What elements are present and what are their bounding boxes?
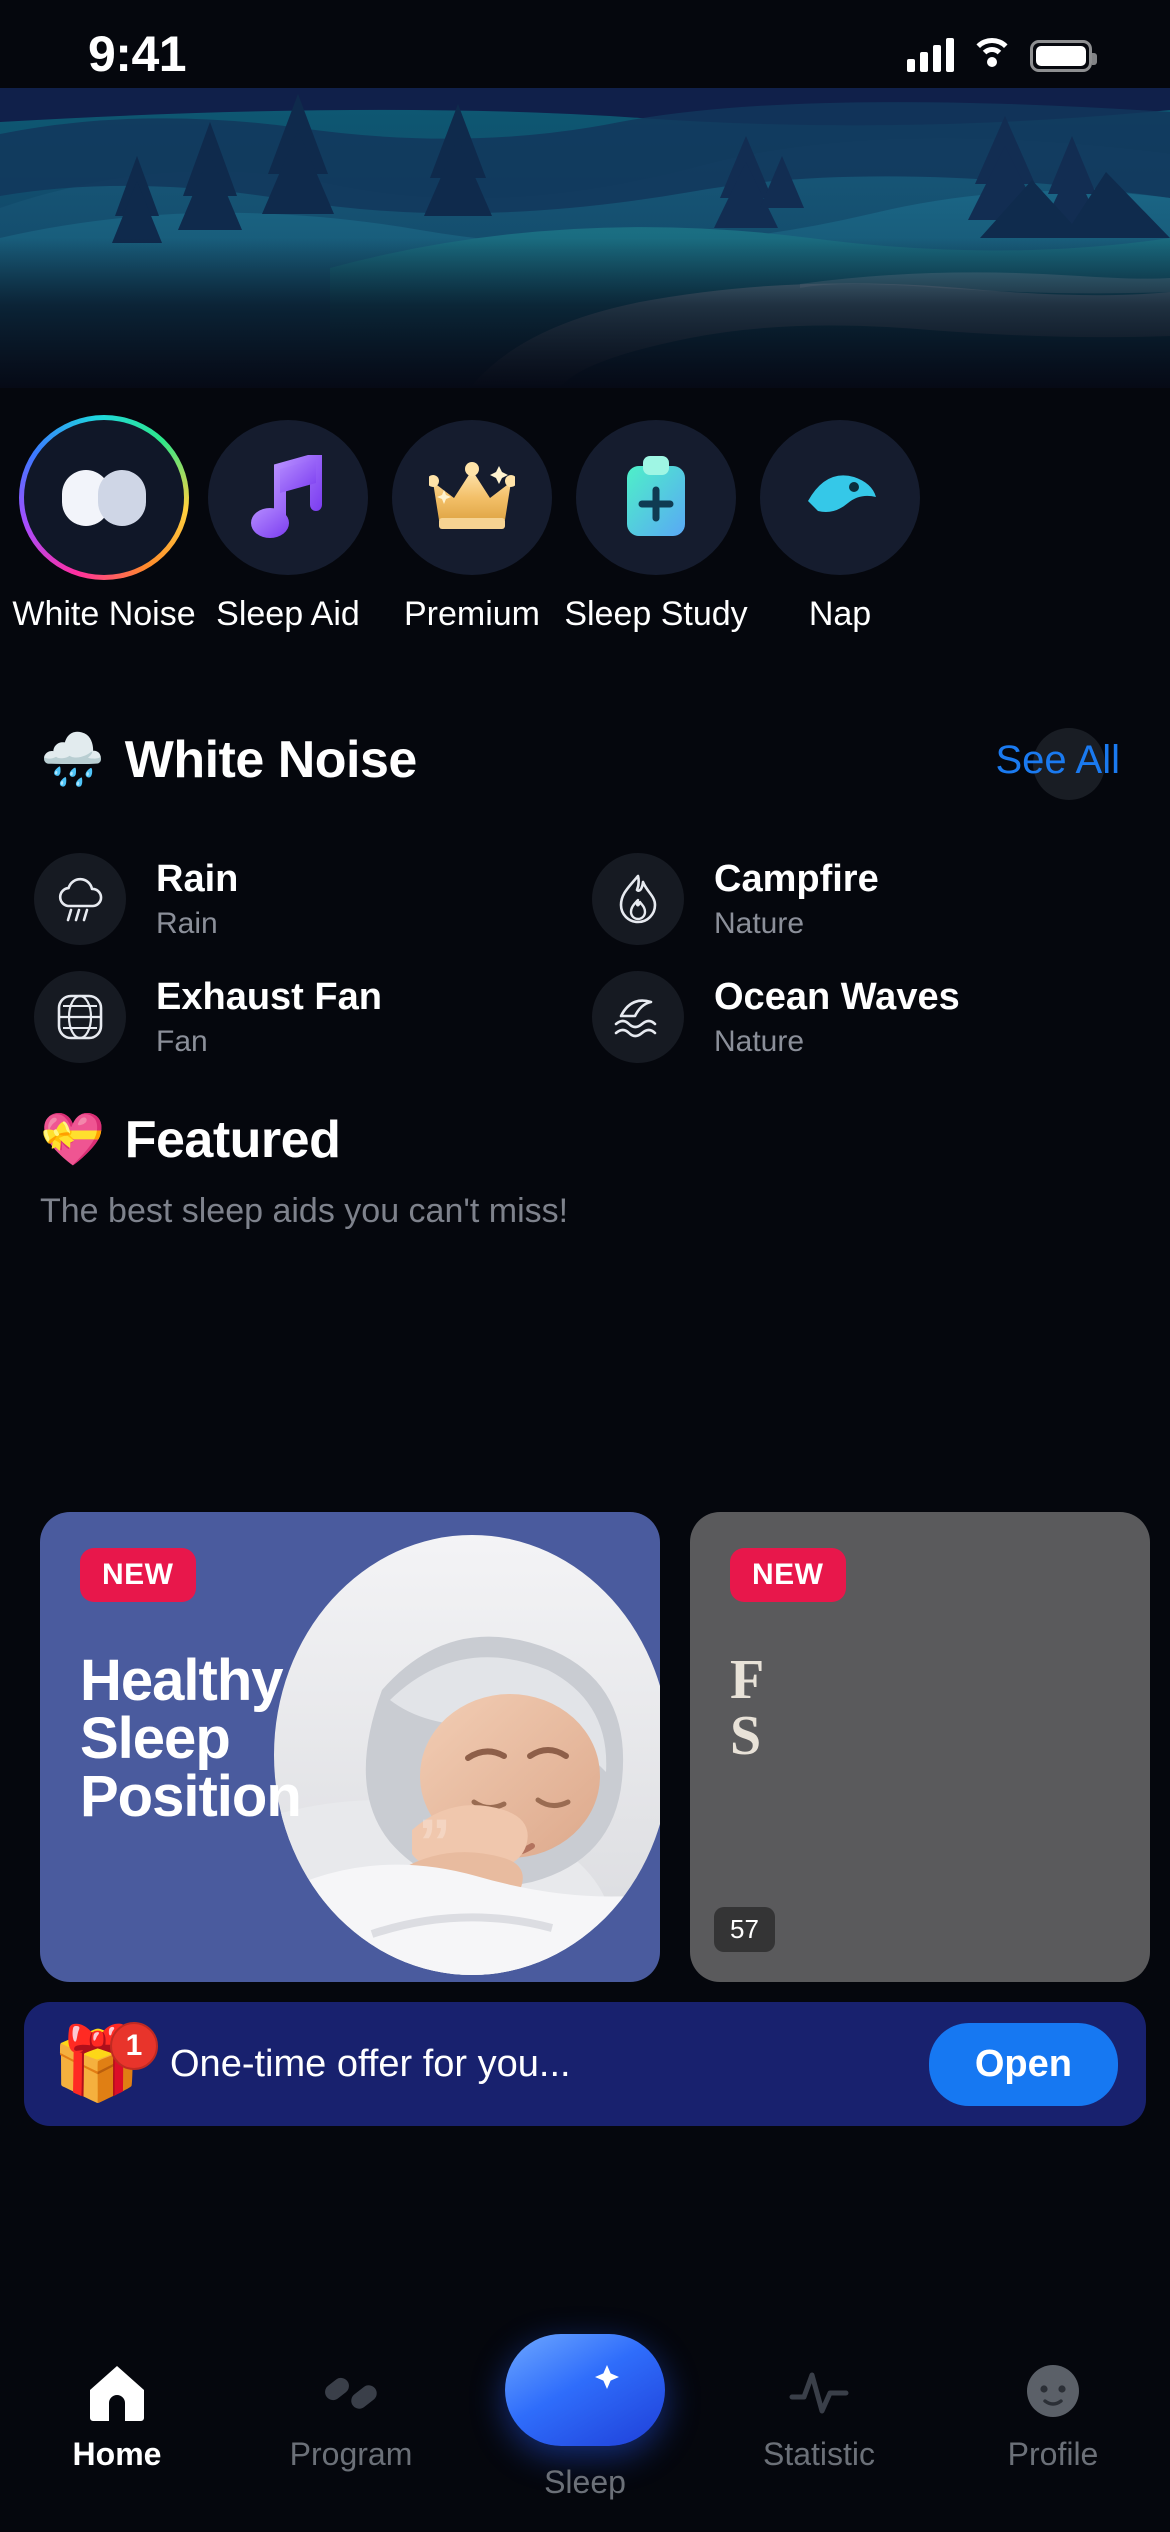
category-chip-label: Nap [808, 595, 872, 633]
status-bar-indicators [907, 36, 1097, 72]
hero-illustration [0, 88, 1170, 388]
category-chip-premium[interactable]: Premium [392, 420, 552, 634]
white-noise-item-text: Rain Rain [156, 858, 238, 941]
featured-card-duration: 57 [714, 1907, 775, 1952]
category-chip-nap[interactable]: Nap [760, 420, 920, 634]
category-chip-white-noise[interactable]: White Noise [12, 415, 196, 634]
white-noise-item-name: Exhaust Fan [156, 975, 382, 1018]
flame-icon [592, 853, 684, 945]
cellular-signal-icon [907, 36, 954, 72]
category-chip-label: White Noise [12, 595, 196, 633]
offer-count-badge: 1 [110, 2022, 158, 2070]
status-bar: 9:41 [0, 0, 1170, 118]
see-all-white-noise-button[interactable]: See All [985, 727, 1130, 800]
white-noise-list-item[interactable]: Campfire Nature [592, 840, 1144, 958]
tab-label: Statistic [762, 2436, 876, 2472]
ocean-wave-icon [592, 971, 684, 1063]
featured-card-title: FS [730, 1649, 764, 1767]
rain-cloud-emoji-icon: 🌧️ [40, 731, 105, 789]
new-badge: NEW [730, 1548, 846, 1602]
one-time-offer-banner[interactable]: 🎁 1 One-time offer for you... Open [24, 2002, 1146, 2126]
category-chip-label: Sleep Aid [216, 595, 360, 633]
tab-sleep[interactable]: Sleep [468, 2332, 702, 2501]
open-offer-button[interactable]: Open [928, 2022, 1118, 2106]
new-badge: NEW [80, 1548, 196, 1602]
white-noise-item-category: Nature [714, 1024, 805, 1058]
category-chip-label: Sleep Study [564, 595, 748, 633]
gift-heart-emoji-icon: 💝 [40, 1111, 105, 1169]
featured-card-carousel[interactable]: NEW Healthy Sleep Position ” NEW F S 57 [0, 1512, 1170, 1982]
white-noise-item-text: Campfire Nature [714, 858, 879, 941]
profile-avatar-icon [1023, 2360, 1083, 2424]
white-noise-item-category: Fan [156, 1024, 208, 1058]
wifi-icon [970, 38, 1014, 72]
category-chip-sleep-aid[interactable]: Sleep Aid [208, 420, 368, 634]
music-note-icon [208, 420, 368, 575]
bottom-tab-bar[interactable]: Home Program Sleep Statistic Profile [0, 2332, 1170, 2532]
program-icon [320, 2360, 382, 2424]
white-noise-item-text: Ocean Waves Nature [714, 976, 960, 1059]
white-noise-grid: Rain Rain Campfire Nature Exhaust Fan Fa… [34, 840, 1144, 1076]
white-noise-section-header: 🌧️ White Noise See All [40, 727, 1130, 800]
quote-mark-icon: ” [418, 1805, 451, 1879]
category-chip-sleep-study[interactable]: Sleep Study [564, 420, 748, 634]
tab-profile[interactable]: Profile [936, 2332, 1170, 2473]
featured-card[interactable]: NEW FS 57 [690, 1512, 1150, 1982]
featured-card-title: Healthy Sleep Position [80, 1648, 302, 1829]
clipboard-plus-icon [576, 420, 736, 575]
home-icon [87, 2360, 147, 2424]
featured-section-header: 💝 Featured [40, 1110, 1130, 1170]
sleeping-woman-photo [262, 1530, 660, 1980]
pulse-icon [788, 2360, 850, 2424]
app-screen: 9:41 White Noise Sleep Aid Premium Sleep… [0, 0, 1170, 2532]
white-noise-icon [19, 415, 189, 580]
tab-program[interactable]: Program [234, 2332, 468, 2473]
offer-text: One-time offer for you... [170, 2042, 571, 2085]
see-all-label: See All [995, 737, 1120, 782]
tab-label: Sleep [544, 2464, 626, 2500]
tab-label: Home [72, 2436, 162, 2472]
white-noise-item-category: Nature [714, 906, 805, 940]
status-bar-time: 9:41 [88, 26, 187, 82]
fan-grille-icon [34, 971, 126, 1063]
white-noise-list-item[interactable]: Ocean Waves Nature [592, 958, 1144, 1076]
sleep-fab-button[interactable] [505, 2334, 665, 2446]
white-noise-item-name: Campfire [714, 857, 879, 900]
battery-icon [1030, 40, 1097, 72]
tab-home[interactable]: Home [0, 2332, 234, 2473]
white-noise-list-item[interactable]: Rain Rain [34, 840, 586, 958]
white-noise-item-name: Ocean Waves [714, 975, 960, 1018]
tab-statistic[interactable]: Statistic [702, 2332, 936, 2473]
white-noise-item-category: Rain [156, 906, 218, 940]
featured-card[interactable]: NEW Healthy Sleep Position ” [40, 1512, 660, 1982]
category-chip-label: Premium [403, 595, 541, 633]
white-noise-section-title: White Noise [124, 731, 418, 789]
category-chip-row[interactable]: White Noise Sleep Aid Premium Sleep Stud… [0, 415, 1170, 633]
tab-label: Profile [1007, 2436, 1099, 2472]
featured-section-title: Featured [124, 1111, 341, 1169]
white-noise-item-name: Rain [156, 857, 239, 900]
crown-icon [392, 420, 552, 575]
featured-section-subtitle: The best sleep aids you can't miss! [40, 1192, 569, 1230]
hero-gradient-overlay [0, 238, 1170, 388]
white-noise-list-item[interactable]: Exhaust Fan Fan [34, 958, 586, 1076]
white-noise-item-text: Exhaust Fan Fan [156, 976, 382, 1059]
bird-icon [760, 420, 920, 575]
tab-label: Program [289, 2436, 413, 2472]
rain-cloud-icon [34, 853, 126, 945]
gift-box-icon: 🎁 1 [52, 2022, 162, 2100]
